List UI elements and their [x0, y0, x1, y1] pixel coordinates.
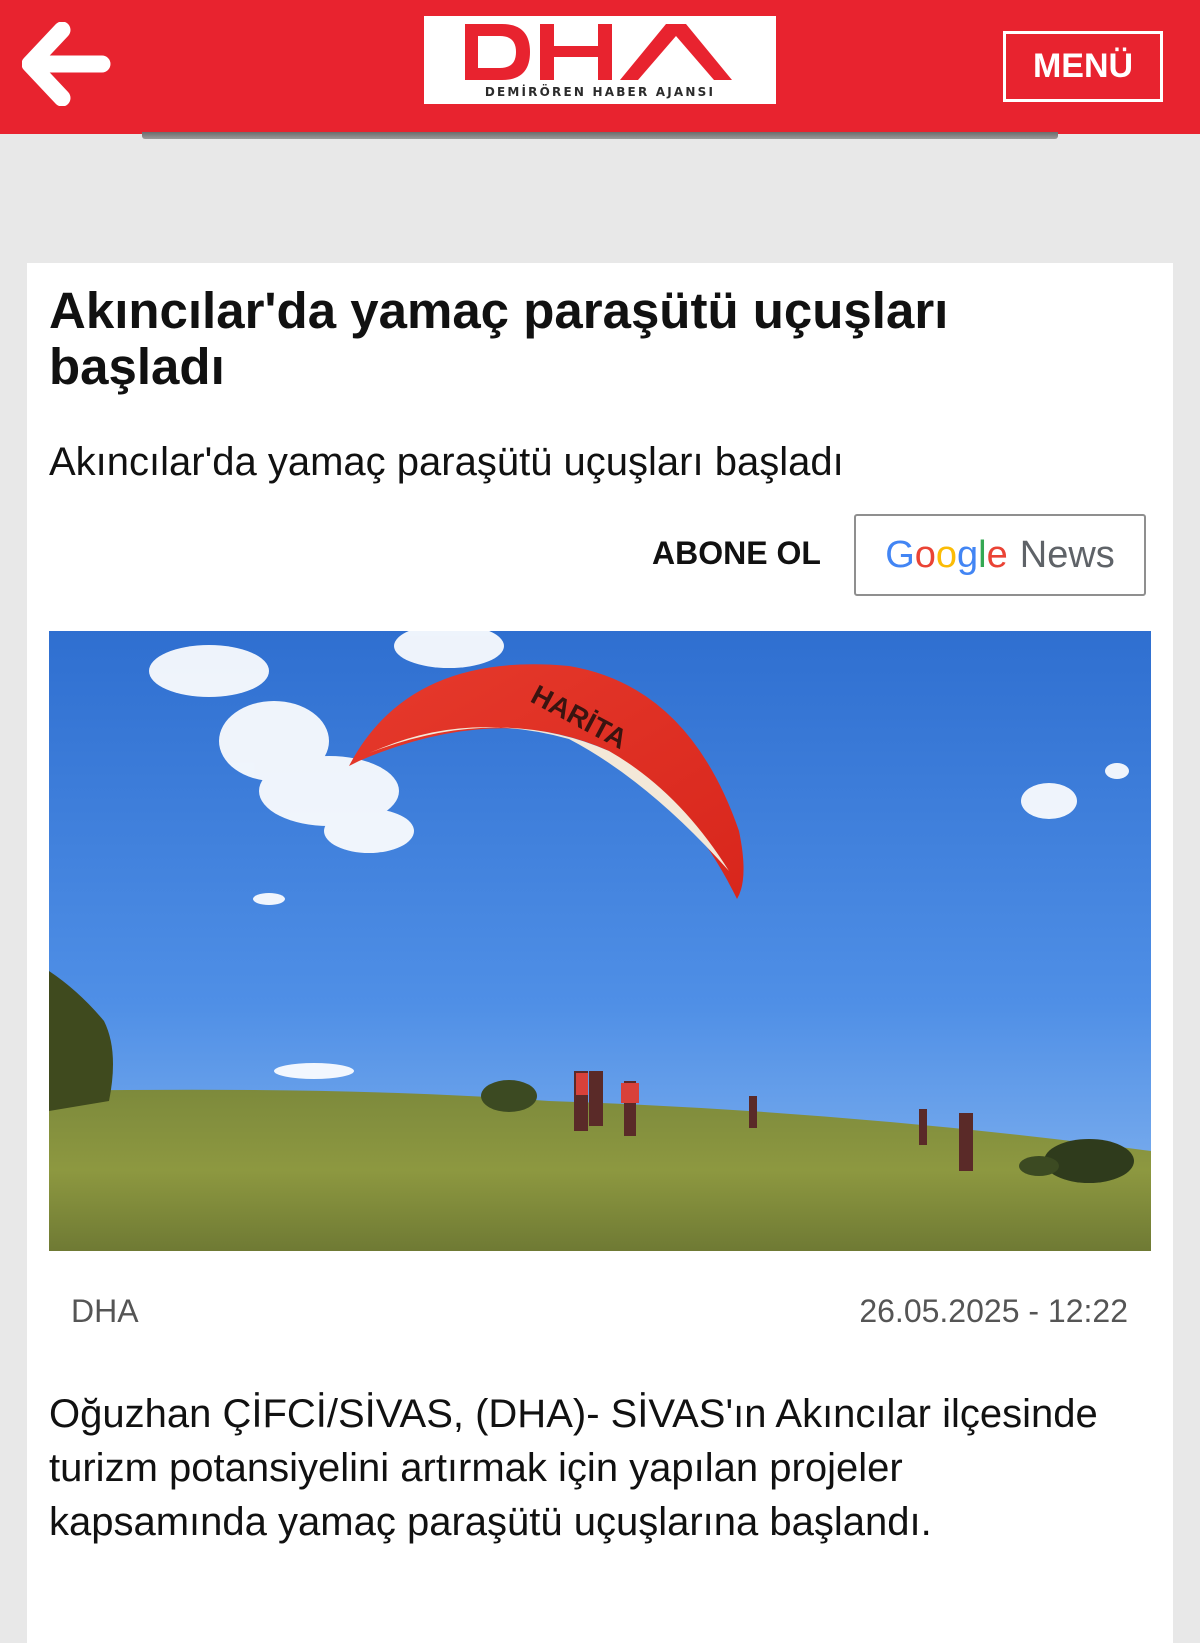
subscribe-label: ABONE OL [652, 535, 821, 571]
header-shadow-bar [142, 132, 1058, 139]
article-photo[interactable]: HARİTA [49, 631, 1151, 1251]
article-headline: Akıncılar'da yamaç paraşütü uçuşları baş… [49, 282, 949, 395]
menu-button[interactable]: MENÜ [1003, 31, 1163, 102]
paragliding-photo: HARİTA [49, 631, 1151, 1251]
logo-subtitle: DEMİRÖREN HABER AJANSI [484, 85, 716, 99]
article-card: Akıncılar'da yamaç paraşütü uçuşları baş… [27, 263, 1173, 1643]
google-wordmark: Google [885, 533, 1008, 576]
google-news-button[interactable]: Google News [854, 514, 1146, 596]
article-subtitle: Akıncılar'da yamaç paraşütü uçuşları baş… [49, 440, 844, 484]
news-label: News [1019, 533, 1115, 576]
dha-logo-mark [465, 24, 732, 80]
article-body: Oğuzhan ÇİFCİ/SİVAS, (DHA)- SİVAS'ın Akı… [49, 1392, 1098, 1544]
top-header: DEMİRÖREN HABER AJANSI MENÜ [0, 0, 1200, 134]
article-source: DHA [71, 1293, 139, 1329]
dha-logo[interactable]: DEMİRÖREN HABER AJANSI [424, 16, 776, 104]
arrow-left-icon [21, 21, 111, 107]
article-datetime: 26.05.2025 - 12:22 [859, 1293, 1128, 1329]
back-button[interactable] [21, 21, 112, 107]
